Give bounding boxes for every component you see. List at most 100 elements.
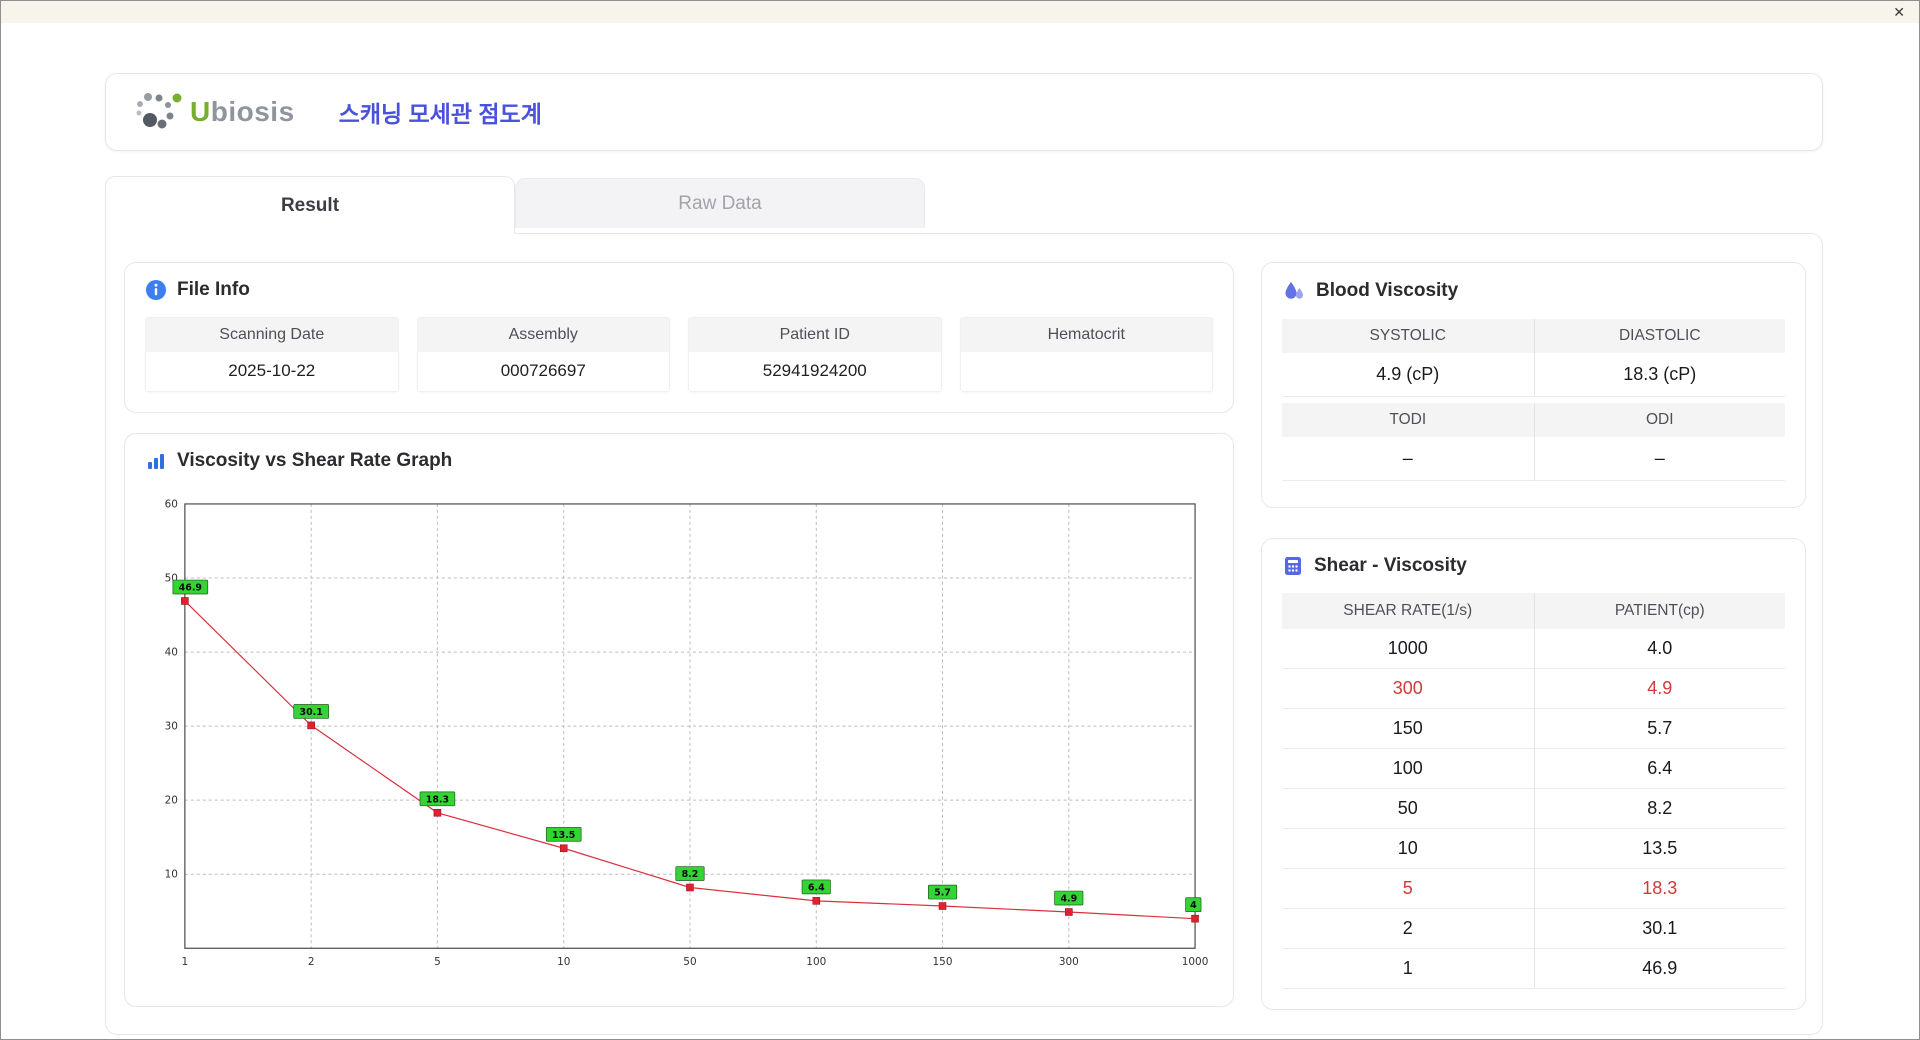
- svg-text:6.4: 6.4: [808, 882, 825, 893]
- table-row: 1000 4.0: [1282, 629, 1785, 669]
- file-info-fields: Scanning Date 2025-10-22 Assembly 000726…: [145, 317, 1213, 392]
- shear-rate-cell: 10: [1397, 838, 1418, 858]
- shear-viscosity-rows: 1000 4.0 300 4.9 150 5.7 100 6.4 50 8.2 …: [1282, 629, 1785, 989]
- card-title-text: File Info: [177, 279, 250, 300]
- patient-cell: 4.0: [1533, 629, 1786, 668]
- cell-value: –: [1282, 437, 1534, 481]
- field-label: Patient ID: [689, 318, 941, 352]
- calculator-icon: [1285, 557, 1301, 575]
- patient-cell: 8.2: [1533, 789, 1786, 828]
- svg-text:10: 10: [557, 956, 570, 968]
- table-row: 5 18.3: [1282, 869, 1785, 909]
- file-info-field-patient-id: Patient ID 52941924200: [688, 317, 942, 392]
- shear-table-header: SHEAR RATE(1/s) PATIENT(cp): [1282, 593, 1785, 629]
- svg-text:100: 100: [806, 956, 826, 968]
- main-panel: File Info Scanning Date 2025-10-22 Assem…: [105, 233, 1823, 1035]
- field-label: Hematocrit: [960, 318, 1212, 352]
- patient-cell: 18.3: [1533, 869, 1786, 908]
- field-label: Assembly: [417, 318, 669, 352]
- chart-area: 10 20 30 40 50 60 1 2 5 10 50 100 150 300 1000 46.9 30.1…: [145, 488, 1213, 986]
- patient-cell: 13.5: [1533, 829, 1786, 868]
- svg-text:1000: 1000: [1182, 956, 1209, 968]
- shear-viscosity-card: Shear - Viscosity SHEAR RATE(1/s) PATIEN…: [1261, 538, 1806, 1010]
- svg-text:4.9: 4.9: [1060, 894, 1077, 905]
- svg-text:10: 10: [165, 869, 178, 881]
- card-title-text: Viscosity vs Shear Rate Graph: [177, 450, 453, 471]
- bar-chart-icon: [148, 454, 164, 469]
- viscosity-chart: 1020304050601 2 5 10 50 100 150 300 100046.930.1…: [165, 498, 1209, 968]
- file-info-field-assembly: Assembly 000726697: [416, 317, 670, 392]
- table-row: 100 6.4: [1282, 749, 1785, 789]
- app-window: ✕ Ubiosis 스캐닝 모세관 점도계 Result Raw Data Fi…: [0, 0, 1920, 1040]
- svg-text:13.5: 13.5: [552, 830, 575, 841]
- svg-text:5.7: 5.7: [934, 888, 951, 899]
- shear-rate-cell: 5: [1402, 878, 1413, 898]
- cell-value: –: [1533, 437, 1785, 481]
- svg-text:30: 30: [165, 721, 178, 733]
- table-row: 10 13.5: [1282, 829, 1785, 869]
- patient-cell: 4.9: [1533, 669, 1786, 708]
- svg-text:5: 5: [434, 956, 441, 968]
- page-title: 스캐닝 모세관 점도계: [338, 101, 542, 127]
- blood-viscosity-table: SYSTOLIC DIASTOLIC 4.9 (cP) 18.3 (cP) TO…: [1282, 319, 1785, 481]
- svg-text:50: 50: [683, 956, 696, 968]
- cell-value: 18.3 (cP): [1533, 353, 1785, 397]
- shear-rate-cell: 300: [1392, 678, 1423, 698]
- column-header: TODI: [1282, 403, 1534, 437]
- tab-raw-data[interactable]: Raw Data: [515, 178, 925, 228]
- card-title-text: Shear - Viscosity: [1314, 555, 1467, 576]
- table-row: 300 4.9: [1282, 669, 1785, 709]
- file-info-card: File Info Scanning Date 2025-10-22 Assem…: [124, 262, 1234, 413]
- svg-text:300: 300: [1059, 956, 1079, 968]
- page-content: Ubiosis 스캐닝 모세관 점도계 Result Raw Data File…: [1, 23, 1919, 1035]
- column-header-shear-rate: SHEAR RATE(1/s): [1343, 602, 1473, 619]
- table-row: 50 8.2: [1282, 789, 1785, 829]
- svg-text:8.2: 8.2: [682, 869, 699, 880]
- column-header: SYSTOLIC: [1282, 319, 1534, 353]
- file-info-field-hematocrit: Hematocrit: [959, 317, 1213, 392]
- svg-text:150: 150: [933, 956, 953, 968]
- graph-title: Viscosity vs Shear Rate Graph: [145, 450, 1213, 472]
- ubiosis-logo: Ubiosis: [132, 90, 295, 134]
- field-label: Scanning Date: [146, 318, 398, 352]
- svg-text:40: 40: [165, 647, 178, 659]
- close-button[interactable]: ✕: [1893, 5, 1905, 19]
- info-icon: [146, 280, 166, 300]
- blood-drop-icon: [1285, 282, 1303, 299]
- patient-cell: 46.9: [1533, 949, 1786, 988]
- field-value: 000726697: [500, 361, 586, 380]
- table-row: 2 30.1: [1282, 909, 1785, 949]
- logo-mark-icon: [136, 93, 182, 129]
- svg-text:30.1: 30.1: [300, 707, 323, 718]
- field-value: 2025-10-22: [228, 361, 316, 380]
- patient-cell: 6.4: [1533, 749, 1786, 788]
- shear-rate-cell: 1000: [1387, 638, 1428, 658]
- column-header: ODI: [1533, 403, 1785, 437]
- svg-text:2: 2: [308, 956, 315, 968]
- shear-rate-cell: 1: [1402, 958, 1413, 978]
- shear-rate-cell: 50: [1397, 798, 1418, 818]
- column-header: DIASTOLIC: [1533, 319, 1785, 353]
- shear-rate-cell: 2: [1402, 918, 1413, 938]
- tab-bar: Result Raw Data: [105, 175, 1823, 234]
- right-column: Blood Viscosity SYSTOLIC DIASTOLIC 4.9 (…: [1261, 262, 1806, 1010]
- file-info-title: File Info: [145, 279, 1213, 301]
- column-header-patient: PATIENT(cp): [1533, 593, 1786, 629]
- blood-viscosity-card: Blood Viscosity SYSTOLIC DIASTOLIC 4.9 (…: [1261, 262, 1806, 508]
- cell-value: 4.9 (cP): [1282, 353, 1534, 397]
- patient-cell: 5.7: [1533, 709, 1786, 748]
- card-title-text: Blood Viscosity: [1316, 280, 1459, 301]
- table-row: 1 46.9: [1282, 949, 1785, 989]
- shear-rate-cell: 100: [1392, 758, 1423, 778]
- tab-result[interactable]: Result: [105, 176, 515, 234]
- patient-cell: 30.1: [1533, 909, 1786, 948]
- svg-text:18.3: 18.3: [426, 794, 449, 805]
- field-value: [961, 352, 1213, 391]
- shear-viscosity-title: Shear - Viscosity: [1282, 555, 1785, 577]
- left-column: File Info Scanning Date 2025-10-22 Assem…: [124, 262, 1234, 1010]
- table-row: SYSTOLIC DIASTOLIC 4.9 (cP) 18.3 (cP): [1282, 319, 1785, 397]
- app-header: Ubiosis 스캐닝 모세관 점도계: [105, 73, 1823, 151]
- file-info-field-scanning-date: Scanning Date 2025-10-22: [145, 317, 399, 392]
- svg-text:4: 4: [1190, 900, 1197, 911]
- svg-text:1: 1: [182, 956, 189, 968]
